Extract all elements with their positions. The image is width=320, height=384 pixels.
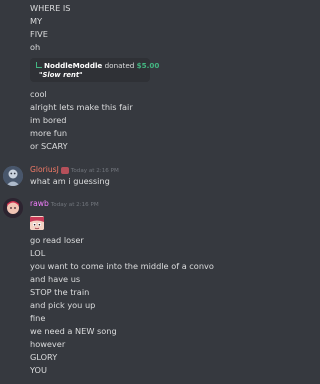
message-text: or SCARY	[30, 141, 68, 151]
donation-verb: donated	[104, 61, 135, 70]
message-text: and have us	[30, 274, 81, 284]
message-text: WHERE IS	[30, 3, 71, 13]
message-text: what am i guessing	[30, 176, 110, 186]
avatar-rawb[interactable]	[3, 198, 23, 218]
author-name[interactable]: rawb	[30, 199, 49, 208]
message-timestamp: Today at 2:16 PM	[70, 168, 119, 174]
message-text: MY	[30, 16, 43, 26]
message-timestamp: Today at 2:16 PM	[50, 202, 99, 208]
message-header: rawb Today at 2:16 PM	[30, 199, 99, 210]
emote-image	[30, 217, 44, 230]
message-text: im bored	[30, 115, 67, 125]
avatar-gloriusj[interactable]	[3, 166, 23, 186]
message-text: LOL	[30, 248, 46, 258]
message-header: GloriusJ Today at 2:16 PM	[30, 165, 119, 176]
message-text: you want to come into the middle of a co…	[30, 261, 214, 271]
message-text: FIVE	[30, 29, 48, 39]
message-text: YOU	[30, 365, 47, 375]
emote-anime-face-icon[interactable]	[30, 216, 44, 230]
avatar-image	[3, 198, 23, 218]
donation-icon	[36, 62, 42, 68]
donation-embed: NoddleModdle donated $5.00 "Slow rent"	[30, 58, 159, 82]
message-text: more fun	[30, 128, 68, 138]
message-text: go read loser	[30, 235, 84, 245]
avatar-image	[3, 166, 23, 186]
message-text: cool	[30, 89, 47, 99]
message-text: alright lets make this fair	[30, 102, 133, 112]
message-text: and pick you up	[30, 300, 96, 310]
donation-donor: NoddleModdle	[44, 61, 103, 70]
donation-note: "Slow rent"	[39, 71, 83, 79]
author-name[interactable]: GloriusJ	[30, 165, 59, 174]
donation-amount: $5.00	[136, 61, 160, 70]
message-text: GLORY	[30, 352, 58, 362]
message-text: STOP the train	[30, 287, 90, 297]
role-badge-icon	[60, 166, 69, 174]
message-text: fine	[30, 313, 46, 323]
message-text: however	[30, 339, 66, 349]
message-text: we need a NEW song	[30, 326, 117, 336]
donation-header: NoddleModdle donated $5.00	[44, 61, 159, 70]
message-text: oh	[30, 42, 41, 52]
